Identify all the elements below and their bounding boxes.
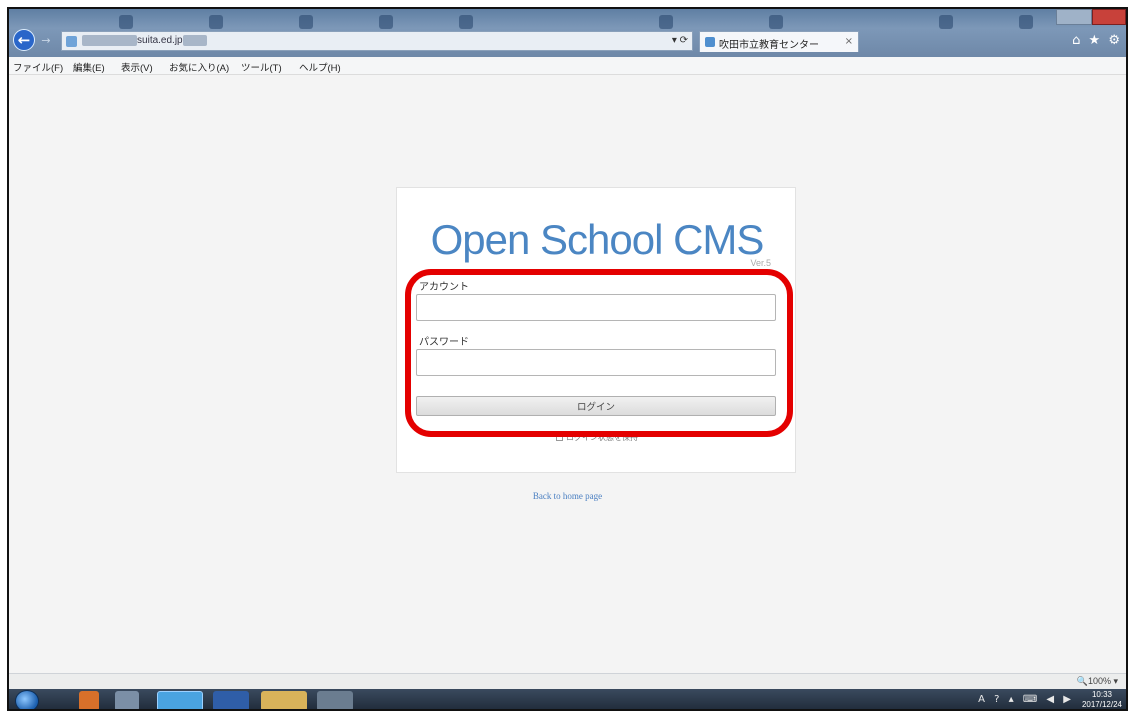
menu-item-tools[interactable]: ツール(T) [241, 60, 282, 74]
browser-title-bar: ← → http://www2.suita.ed.jp/cms/ ▾ ⟳ 吹田市… [9, 9, 1126, 57]
menu-item-help[interactable]: ヘルプ(H) [299, 60, 341, 74]
menu-bar: ファイル(F) 編集(E) 表示(V) お気に入り(A) ツール(T) ヘルプ(… [9, 57, 1126, 75]
menu-item-view[interactable]: 表示(V) [121, 60, 153, 74]
toolbar-icons[interactable]: ⌂ ★ ⚙ [1072, 33, 1122, 48]
window-app-icon[interactable] [317, 691, 353, 709]
tray-icons[interactable]: A ? ▴ ⌨ ◀ ▶ [978, 694, 1074, 705]
zoom-control[interactable]: 🔍100% ▾ [1077, 676, 1118, 687]
keep-login-checkbox[interactable] [556, 434, 563, 441]
login-button[interactable]: ログイン [416, 396, 776, 416]
page-favicon-icon [66, 36, 77, 47]
password-label: パスワード [419, 337, 469, 348]
login-card: Open School CMS Ver.5 アカウント パスワード ログイン ロ… [396, 187, 796, 473]
account-input[interactable] [416, 294, 776, 321]
address-controls[interactable]: ▾ ⟳ [672, 35, 688, 46]
clock-date: 2017/12/24 [1081, 700, 1122, 709]
start-button[interactable] [15, 690, 39, 709]
address-url: http://www2.suita.ed.jp/cms/ [82, 35, 207, 46]
page-content: Open School CMS Ver.5 アカウント パスワード ログイン ロ… [9, 75, 1126, 673]
back-to-home-link[interactable]: Back to home page [9, 491, 1126, 501]
menu-item-file[interactable]: ファイル(F) [13, 60, 63, 74]
browser-tab[interactable]: 吹田市立教育センター × [699, 31, 859, 52]
taskbar: A ? ▴ ⌨ ◀ ▶ 10:33 2017/12/24 [9, 689, 1126, 709]
folder-icon[interactable] [261, 691, 307, 709]
cms-logo: Open School CMS [430, 216, 765, 263]
word-icon[interactable] [213, 691, 249, 709]
window-minimize-maximize[interactable] [1056, 9, 1092, 25]
back-button[interactable]: ← [13, 29, 35, 51]
app-icon[interactable] [115, 691, 139, 709]
menu-item-favorites[interactable]: お気に入り(A) [169, 60, 229, 74]
clock-time: 10:33 [1091, 690, 1112, 699]
address-bar[interactable]: http://www2.suita.ed.jp/cms/ ▾ ⟳ [61, 31, 693, 51]
menu-item-edit[interactable]: 編集(E) [73, 60, 105, 74]
internet-explorer-icon[interactable] [157, 691, 203, 709]
status-bar: 🔍100% ▾ [9, 673, 1126, 689]
tab-favicon-icon [705, 37, 715, 47]
password-input[interactable] [416, 349, 776, 376]
clock[interactable]: 10:33 2017/12/24 [1081, 690, 1122, 709]
keep-login-label: ログイン状態を保持 [566, 433, 638, 442]
screenshot-frame: ← → http://www2.suita.ed.jp/cms/ ▾ ⟳ 吹田市… [7, 7, 1128, 711]
account-label: アカウント [419, 282, 469, 293]
forward-button[interactable]: → [38, 33, 54, 49]
tab-title: 吹田市立教育センター [719, 40, 819, 51]
version-label: Ver.5 [750, 258, 771, 268]
keep-login-option[interactable]: ログイン状態を保持 [397, 432, 797, 443]
media-player-icon[interactable] [79, 691, 99, 709]
window-close-button[interactable] [1092, 9, 1126, 25]
system-tray: A ? ▴ ⌨ ◀ ▶ 10:33 2017/12/24 [926, 689, 1126, 709]
tab-close-icon[interactable]: × [845, 36, 853, 47]
